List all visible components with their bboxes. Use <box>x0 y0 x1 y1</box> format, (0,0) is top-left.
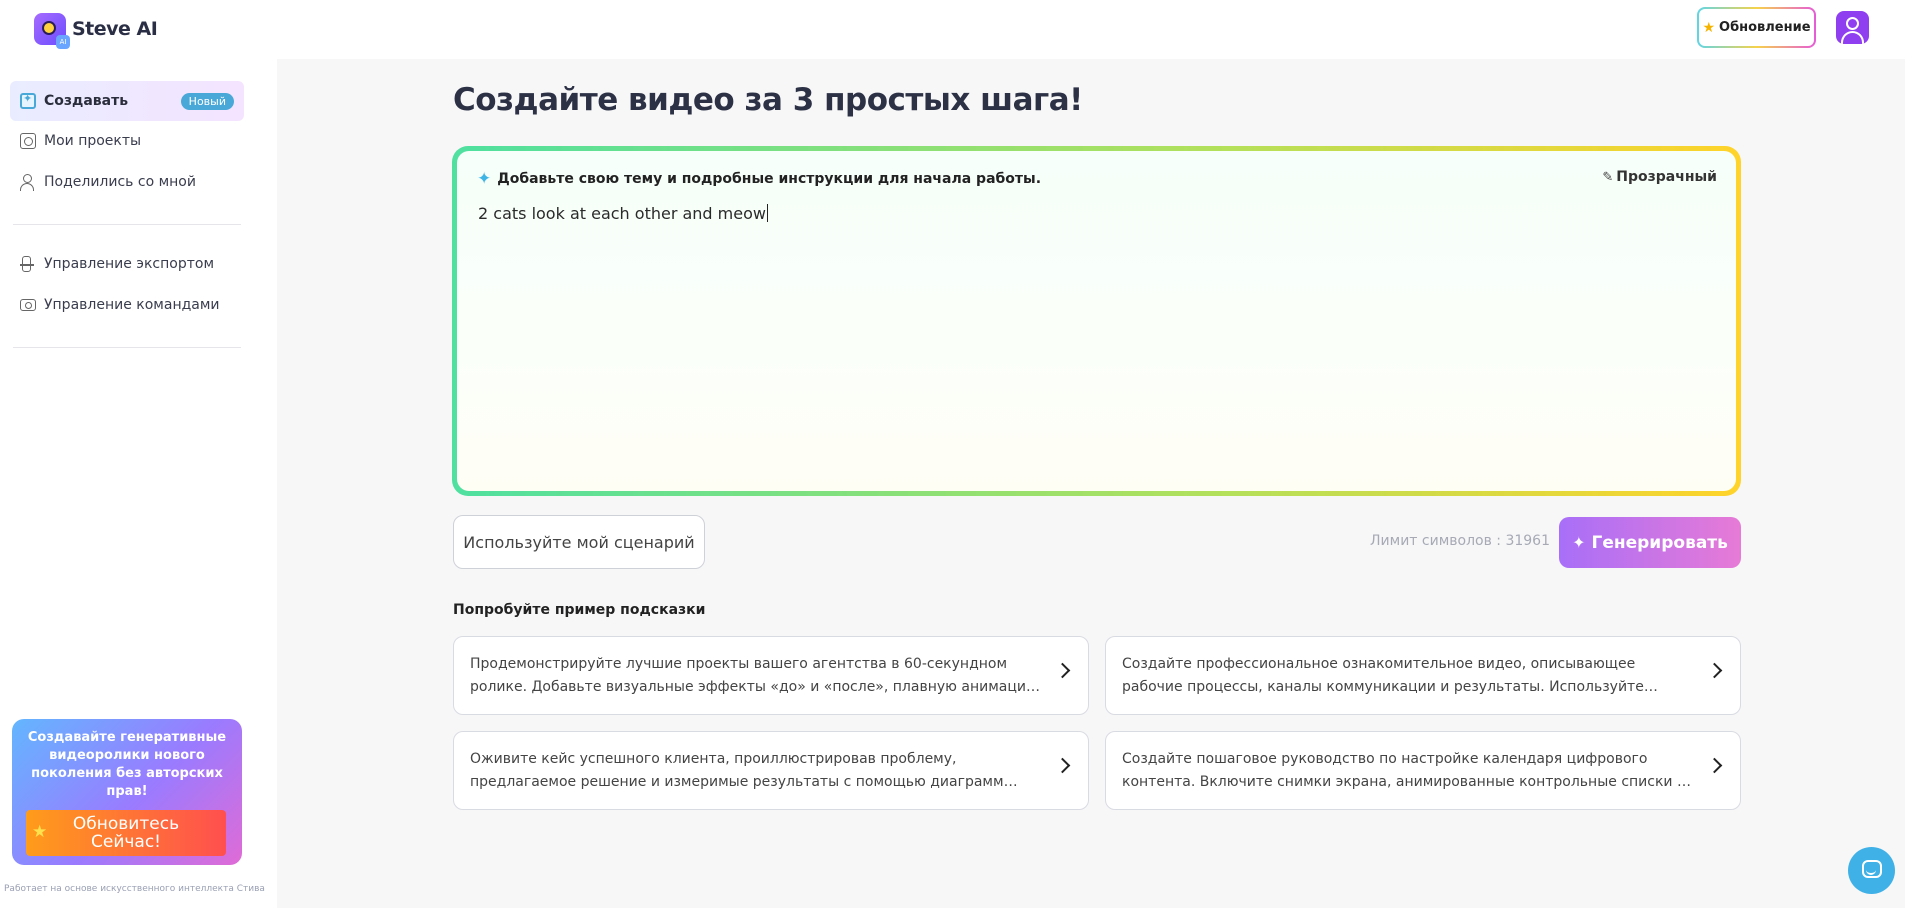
projects-icon <box>20 133 36 149</box>
transparent-button[interactable]: ✎ Прозрачный <box>1602 169 1717 185</box>
star-icon: ★ <box>1702 19 1716 36</box>
example-prompt-text: Создайте профессиональное ознакомительно… <box>1122 656 1644 695</box>
chevron-right-icon <box>1706 662 1723 679</box>
example-prompt-text: Создайте пошаговое руководство по настро… <box>1122 751 1687 790</box>
promo-text: Создавайте генеративные видеоролики ново… <box>27 730 227 799</box>
prompt-editor[interactable]: ✦ Добавьте свою тему и подробные инструк… <box>457 151 1736 491</box>
transparent-label: Прозрачный <box>1616 169 1717 185</box>
export-icon <box>20 256 36 272</box>
app-name: Steve AI <box>72 18 158 40</box>
example-prompt-card[interactable]: Оживите кейс успешного клиента, проиллюс… <box>453 731 1089 810</box>
sidebar-item-team-management[interactable]: Управление командами <box>10 285 244 325</box>
sidebar-item-create[interactable]: Создавать Новый <box>10 81 244 121</box>
promo-button-label: Обновитесь Сейчас! <box>72 814 180 852</box>
sparkle-icon: ✦ <box>477 169 492 189</box>
shared-user-icon <box>20 174 36 191</box>
example-prompt-text: Продемонстрируйте лучшие проекты вашего … <box>470 656 1038 695</box>
sidebar-item-my-projects[interactable]: Мои проекты <box>10 121 244 161</box>
sparkle-icon: ✦ <box>1572 533 1586 552</box>
example-prompt-card[interactable]: Создайте пошаговое руководство по настро… <box>1105 731 1741 810</box>
upgrade-button[interactable]: ★ Обновление <box>1697 7 1816 48</box>
sidebar-item-label: Поделились со мной <box>44 174 196 190</box>
character-limit: Лимит символов : 31961 <box>1370 533 1550 549</box>
upgrade-label: Обновление <box>1719 20 1811 35</box>
sidebar-item-label: Управление командами <box>44 297 220 313</box>
chevron-right-icon <box>1054 662 1071 679</box>
user-avatar[interactable] <box>1836 11 1869 44</box>
new-badge: Новый <box>180 92 234 110</box>
use-my-script-button[interactable]: Используйте мой сценарий <box>453 515 705 569</box>
sidebar-item-shared-with-me[interactable]: Поделились со мной <box>10 162 244 202</box>
create-icon <box>20 92 36 109</box>
page-title: Создайте видео за 3 простых шага! <box>453 82 1083 118</box>
promo-upgrade-button[interactable]: ★ Обновитесь Сейчас! <box>26 810 226 856</box>
app-logo[interactable]: Steve AI <box>34 13 158 49</box>
prompt-heading-text: Добавьте свою тему и подробные инструкци… <box>497 171 1042 187</box>
example-prompt-text: Оживите кейс успешного клиента, проиллюс… <box>470 751 1004 790</box>
sidebar-item-label: Управление экспортом <box>44 256 215 272</box>
sidebar-divider <box>13 224 241 225</box>
pen-icon: ✎ <box>1602 169 1614 185</box>
team-icon <box>20 297 36 313</box>
sidebar-divider <box>13 347 241 348</box>
sidebar-item-export-management[interactable]: Управление экспортом <box>10 244 244 284</box>
steve-ai-logo-icon <box>34 13 70 49</box>
top-header: Steve AI ★ Обновление <box>0 0 1905 59</box>
prompt-input[interactable]: 2 cats look at each other and meow <box>478 204 768 223</box>
powered-by-text: Работает на основе искусственного интелл… <box>4 884 265 894</box>
star-icon: ★ <box>32 822 48 842</box>
sidebar: Создавать Новый Мои проекты Поделились с… <box>0 59 277 908</box>
sidebar-item-label: Мои проекты <box>44 133 142 149</box>
prompt-heading: ✦ Добавьте свою тему и подробные инструк… <box>477 169 1041 189</box>
generate-button[interactable]: ✦ Генерировать <box>1559 517 1741 568</box>
generate-label: Генерировать <box>1591 532 1728 553</box>
examples-title: Попробуйте пример подсказки <box>453 602 706 618</box>
upgrade-promo-card: Создавайте генеративные видеоролики ново… <box>12 719 242 865</box>
chevron-right-icon <box>1706 757 1723 774</box>
chat-support-icon[interactable] <box>1848 847 1895 894</box>
example-prompt-card[interactable]: Продемонстрируйте лучшие проекты вашего … <box>453 636 1089 715</box>
prompt-box: ✦ Добавьте свою тему и подробные инструк… <box>452 146 1741 496</box>
example-prompt-card[interactable]: Создайте профессиональное ознакомительно… <box>1105 636 1741 715</box>
chevron-right-icon <box>1054 757 1071 774</box>
sidebar-item-label: Создавать <box>44 93 129 109</box>
